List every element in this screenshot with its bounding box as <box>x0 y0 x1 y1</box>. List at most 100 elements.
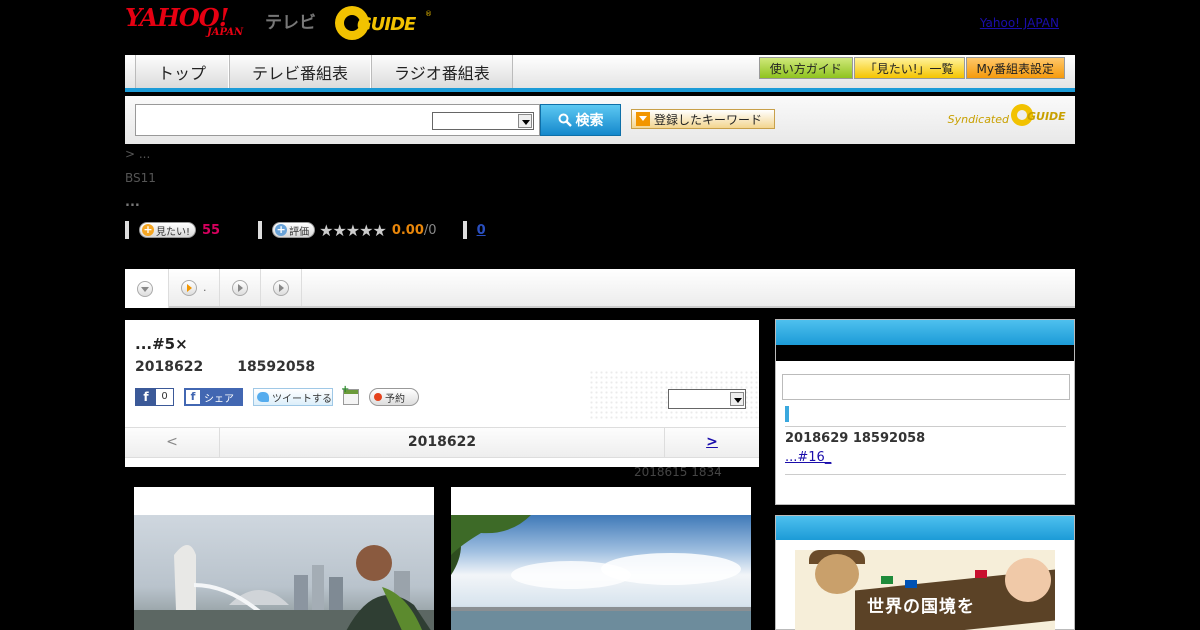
reserve-recording-button[interactable]: 予約 <box>369 388 419 406</box>
search-bar: 検索 登録したキーワード Syndicated GUIDE <box>125 96 1075 144</box>
divider <box>462 221 467 239</box>
photo-image <box>134 515 434 630</box>
divider <box>125 221 129 239</box>
facebook-count: 0 <box>156 389 173 405</box>
next-broadcast-date: 2018629 18592058 <box>785 431 926 446</box>
syndicated-mark-text: GUIDE <box>1027 110 1066 123</box>
saved-keywords-label: 登録したキーワード <box>654 112 763 127</box>
facebook-icon: f <box>186 390 200 404</box>
search-icon <box>558 113 572 127</box>
syndicated-mark: GUIDE <box>1011 104 1067 126</box>
updated-timestamp: 2018615 1834 <box>634 465 722 479</box>
tv-logo[interactable]: テレビ <box>265 8 316 33</box>
rate-label: 評価 <box>289 226 310 238</box>
episode-photo-1[interactable] <box>134 487 434 630</box>
main-nav: トップ テレビ番組表 ラジオ番組表 使い方ガイド 「見たい!」一覧 My番組表設… <box>125 55 1075 92</box>
nav-tab-top[interactable]: トップ <box>135 55 230 88</box>
rating-count: /0 <box>423 222 437 238</box>
search-button[interactable]: 検索 <box>540 104 621 136</box>
twitter-bird-icon <box>257 392 269 402</box>
tab-4[interactable] <box>261 269 302 306</box>
gguide-logo[interactable]: GUIDE ® <box>335 6 432 40</box>
current-episode-date: 2018622 <box>407 434 477 450</box>
share-buttons: f 0 f シェア ツイートする 予約 <box>135 384 419 406</box>
search-button-label: 検索 <box>575 113 604 129</box>
header: YAHOO! JAPAN テレビ GUIDE ® Yahoo! JAPAN <box>125 0 1075 52</box>
photo-image <box>451 515 751 630</box>
episode-date: 2018622 <box>135 359 204 375</box>
episode-select[interactable] <box>668 389 746 409</box>
episode-photo-2[interactable] <box>451 487 751 630</box>
want-button[interactable]: + 見たい! <box>139 222 197 238</box>
dropdown-arrow-icon <box>636 112 650 126</box>
add-calendar-icon[interactable] <box>341 384 359 405</box>
next-broadcast-link[interactable]: ...#16_ <box>785 450 831 465</box>
my-listings-settings-button[interactable]: My番組表設定 <box>965 57 1065 79</box>
panel-input-box <box>782 374 1070 400</box>
episode-airtime: 2018622 18592058 <box>135 359 315 375</box>
flag-icon <box>905 580 917 588</box>
star-rating-icon: ★★★★★ <box>319 220 387 240</box>
channel-name: BS11 <box>125 171 156 185</box>
chevron-down-icon <box>137 280 153 297</box>
yahoo-japan-link[interactable]: Yahoo! JAPAN <box>980 16 1059 30</box>
facebook-count-button[interactable]: f 0 <box>135 388 174 406</box>
usage-guide-button[interactable]: 使い方ガイド <box>758 57 853 79</box>
nav-tabs: トップ テレビ番組表 ラジオ番組表 <box>135 55 513 88</box>
panel-header <box>776 320 1074 345</box>
photo-scene <box>451 515 751 630</box>
tweet-label: ツイートする <box>272 393 332 405</box>
facebook-share-button[interactable]: f シェア <box>184 388 243 406</box>
flag-icon <box>881 576 893 584</box>
breadcrumb[interactable]: > ... <box>125 147 150 161</box>
yahoo-logo-japan: JAPAN <box>207 27 244 38</box>
rate-button[interactable]: + 評価 <box>272 222 316 238</box>
want-list-button[interactable]: 「見たい!」一覧 <box>853 57 965 79</box>
divider <box>258 221 263 239</box>
facebook-icon: f <box>136 389 156 405</box>
program-genre: ... <box>125 195 140 210</box>
tab-episode[interactable] <box>125 269 169 308</box>
play-arrow-icon <box>272 279 289 296</box>
section-marker <box>785 406 789 422</box>
comment-count-link[interactable]: 0 <box>477 223 486 238</box>
flag-icon <box>975 570 987 578</box>
chevron-down-icon <box>518 114 532 128</box>
tab-3[interactable] <box>220 269 261 306</box>
reserve-label: 予約 <box>385 393 405 405</box>
tab-2[interactable]: . <box>169 269 220 306</box>
facebook-share-label: シェア <box>204 393 234 405</box>
nav-tab-radio-listings[interactable]: ラジオ番組表 <box>371 55 513 88</box>
next-broadcast-panel: 2018629 18592058 ...#16_ <box>775 319 1075 505</box>
panel-header <box>776 516 1074 540</box>
gguide-reg-mark: ® <box>425 10 432 18</box>
tweet-button[interactable]: ツイートする <box>253 388 333 406</box>
plus-icon: + <box>142 223 154 236</box>
content-tabs: . <box>125 269 1075 308</box>
promo-panel: 世界の国境を <box>775 515 1075 630</box>
tab-2-label: . <box>203 281 207 294</box>
divider <box>785 426 1066 427</box>
rating-value: 0.00 <box>391 222 424 238</box>
banner-text: 世界の国境を <box>867 597 975 617</box>
banner-person-2 <box>1005 558 1051 602</box>
play-arrow-icon <box>181 279 197 296</box>
gguide-logo-text: GUIDE <box>357 14 416 35</box>
episode-title: ...#5× <box>135 335 188 353</box>
previous-episode-button[interactable]: < <box>125 428 220 457</box>
chevron-down-icon <box>730 392 744 406</box>
next-episode-link[interactable]: > <box>664 428 759 457</box>
episode-pager: < 2018622 > <box>125 427 759 458</box>
promo-banner[interactable]: 世界の国境を <box>795 550 1055 630</box>
search-category-select[interactable] <box>432 112 534 130</box>
nav-buttons: 使い方ガイド 「見たい!」一覧 My番組表設定 <box>758 57 1065 79</box>
record-dot-icon <box>374 393 382 401</box>
divider <box>785 474 1066 475</box>
saved-keywords-button[interactable]: 登録したキーワード <box>631 109 775 129</box>
panel-subheader <box>776 345 1074 361</box>
banner-person-1 <box>815 554 859 594</box>
syndicated-label: Syndicated <box>947 113 1009 126</box>
nav-tab-tv-listings[interactable]: テレビ番組表 <box>229 55 372 88</box>
play-arrow-icon <box>231 279 248 296</box>
want-label: 見たい! <box>156 226 191 238</box>
